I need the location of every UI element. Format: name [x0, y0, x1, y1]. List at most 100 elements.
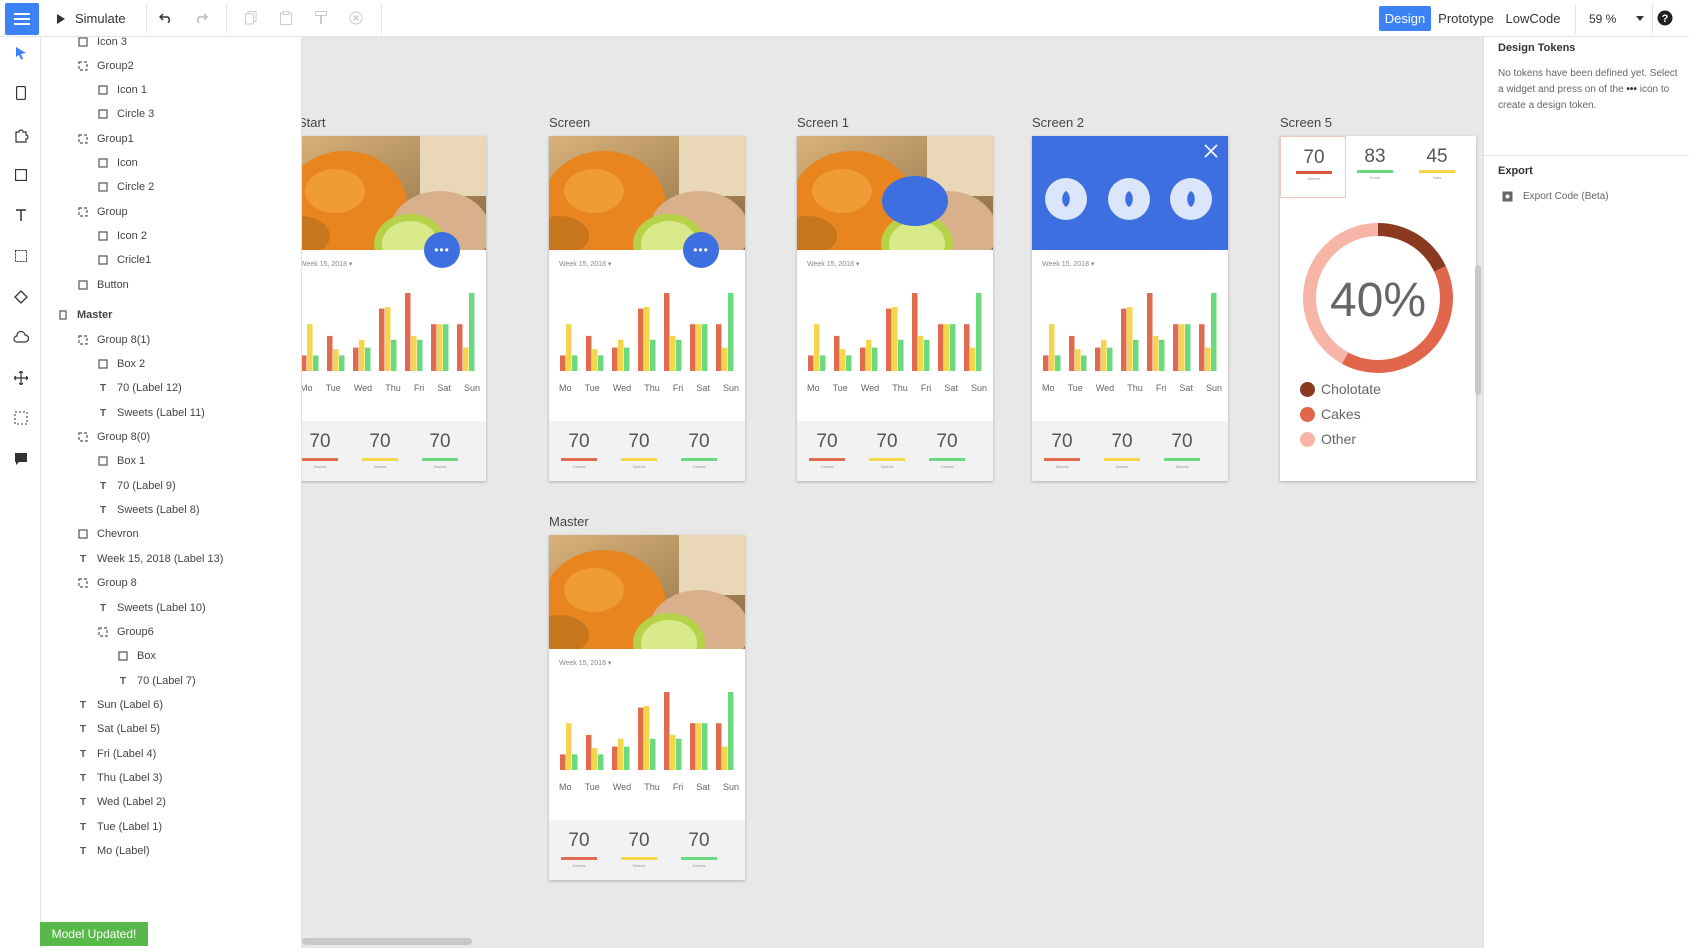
design-canvas[interactable]: Start Screen Screen 1 Screen 2 Screen 5 … — [302, 37, 1483, 948]
layer-item[interactable]: Group6 — [95, 622, 154, 642]
text-icon: T — [99, 504, 107, 516]
tab-prototype[interactable]: Prototype — [1435, 6, 1497, 31]
layer-item[interactable]: T Tue (Label 1) — [75, 817, 162, 837]
layer-item[interactable]: Group — [75, 202, 128, 222]
layer-item[interactable]: T Fri (Label 4) — [75, 744, 156, 764]
cloud-tool[interactable] — [11, 327, 31, 347]
delete-button[interactable] — [347, 9, 365, 27]
screen-artboard[interactable]: ••• Week 15, 2018 ▾ Mo Tue Wed Thu Fri Sat Sun 70… — [549, 136, 745, 481]
format-painter-button[interactable] — [312, 9, 330, 27]
screen-label-screen-5[interactable]: Screen 5 — [1280, 115, 1332, 130]
candy-cane-icon[interactable] — [1045, 178, 1087, 220]
layer-item[interactable]: T Mo (Label) — [75, 841, 150, 861]
corn-icon[interactable] — [1170, 178, 1212, 220]
undo-button[interactable] — [157, 9, 175, 27]
layer-item[interactable]: Icon 2 — [95, 226, 147, 246]
layer-item[interactable]: T Sweets (Label 10) — [95, 598, 206, 618]
chart-bar — [644, 706, 650, 770]
layer-item[interactable]: Chevron — [75, 524, 139, 544]
screen-label-start[interactable]: Start — [302, 115, 325, 130]
layer-item[interactable]: T 70 (Label 12) — [95, 378, 182, 398]
layer-item[interactable]: Button — [75, 275, 129, 295]
chevron-down-icon: ▾ — [607, 660, 612, 667]
layer-item[interactable]: T Sweets (Label 8) — [95, 500, 200, 520]
layer-item[interactable]: Group 8(1) — [75, 330, 150, 350]
screen-artboard[interactable]: ••• Week 15, 2018 ▾ Mo Tue Wed Thu Fri Sat Sun 70… — [302, 136, 486, 481]
move-tool[interactable] — [11, 368, 31, 388]
comment-tool[interactable] — [11, 449, 31, 469]
chart-bar — [1153, 335, 1159, 371]
chart-bar — [437, 324, 443, 371]
week-selector[interactable]: Week 15, 2018 ▾ — [559, 659, 611, 667]
morph-shape[interactable] — [882, 176, 948, 226]
more-button[interactable]: ••• — [424, 232, 460, 268]
layer-item[interactable]: Icon 1 — [95, 80, 147, 100]
layer-item[interactable]: Box 2 — [95, 354, 145, 374]
vertical-scrollbar[interactable] — [1475, 265, 1481, 395]
layer-item[interactable]: Group 8(0) — [75, 427, 150, 447]
layer-item[interactable]: Group 8 — [75, 573, 137, 593]
chili-icon[interactable] — [1108, 178, 1150, 220]
summary-underline — [809, 458, 845, 461]
stat-tab[interactable]: 83 Fruits — [1342, 136, 1408, 198]
layer-item[interactable]: T Sun (Label 6) — [75, 695, 163, 715]
shape-tool[interactable] — [11, 287, 31, 307]
stat-tab[interactable]: 70 Sweets — [1280, 136, 1346, 198]
components-tool[interactable] — [11, 125, 31, 145]
screen-tool[interactable] — [11, 83, 31, 103]
paste-button[interactable] — [277, 9, 295, 27]
screen-label-screen-1[interactable]: Screen 1 — [797, 115, 849, 130]
layer-item[interactable]: Group1 — [75, 129, 134, 149]
layer-item[interactable]: Group2 — [75, 56, 134, 76]
screen-label-screen-2[interactable]: Screen 2 — [1032, 115, 1084, 130]
redo-button[interactable] — [192, 9, 210, 27]
week-selector[interactable]: Week 15, 2018 ▾ — [1042, 260, 1094, 268]
chart-bar — [938, 324, 944, 371]
stat-tab[interactable]: 45 Nuts — [1404, 136, 1470, 198]
tab-design[interactable]: Design — [1379, 6, 1431, 31]
help-button[interactable]: ? — [1656, 9, 1674, 27]
layer-item[interactable]: T Sweets (Label 11) — [95, 403, 205, 423]
summary-value: 70 — [1171, 431, 1193, 452]
layer-item[interactable]: Master — [55, 305, 112, 325]
layer-item[interactable]: T 70 (Label 7) — [115, 671, 196, 691]
week-selector[interactable]: Week 15, 2018 ▾ — [559, 260, 611, 268]
layer-item[interactable]: Icon — [95, 153, 138, 173]
layer-item[interactable]: T Wed (Label 2) — [75, 792, 166, 812]
layer-item[interactable]: T 70 (Label 9) — [95, 476, 176, 496]
hamburger-menu-button[interactable] — [5, 3, 39, 35]
layer-item[interactable]: Circle 2 — [95, 177, 154, 197]
rectangle-tool[interactable] — [11, 165, 31, 185]
export-code-item[interactable]: Export Code (Beta) — [1502, 191, 1609, 202]
close-icon[interactable] — [1204, 144, 1218, 158]
screen-label-screen[interactable]: Screen — [549, 115, 590, 130]
clipboard-icon — [280, 11, 292, 25]
layer-item[interactable]: Box 1 — [95, 451, 145, 471]
zoom-select[interactable]: 59 % — [1589, 0, 1645, 37]
layer-item[interactable]: T Sat (Label 5) — [75, 719, 160, 739]
screen-artboard[interactable]: Week 15, 2018 ▾ Mo Tue Wed Thu Fri Sat Sun 70 Swe… — [549, 535, 745, 880]
week-selector[interactable]: Week 15, 2018 ▾ — [807, 260, 859, 268]
day-label: Mo — [1042, 383, 1055, 393]
simulate-button[interactable]: Simulate — [56, 0, 126, 37]
selection-area-tool[interactable] — [11, 408, 31, 428]
horizontal-scrollbar[interactable] — [302, 938, 472, 945]
screen-artboard[interactable]: Week 15, 2018 ▾ Mo Tue Wed Thu Fri Sat Sun 70 Swe… — [1032, 136, 1228, 481]
layer-item[interactable]: T Week 15, 2018 (Label 13) — [75, 549, 223, 569]
text-tool[interactable] — [11, 205, 31, 225]
layer-item[interactable]: Circle 3 — [95, 104, 154, 124]
layer-item[interactable]: T Thu (Label 3) — [75, 768, 163, 788]
layer-item[interactable]: Cricle1 — [95, 250, 151, 270]
screen-artboard[interactable]: Week 15, 2018 ▾ Mo Tue Wed Thu Fri Sat Sun 70 Swe… — [797, 136, 993, 481]
week-selector[interactable]: Week 15, 2018 ▾ — [302, 260, 352, 268]
copy-button[interactable] — [242, 9, 260, 27]
screen-label-master[interactable]: Master — [549, 514, 589, 529]
more-button[interactable]: ••• — [683, 232, 719, 268]
select-tool[interactable] — [11, 43, 31, 63]
tab-lowcode[interactable]: LowCode — [1500, 6, 1566, 31]
layer-item[interactable]: Box — [115, 646, 156, 666]
layer-item[interactable]: Icon 3 — [75, 37, 127, 52]
image-tool[interactable] — [11, 246, 31, 266]
screen-artboard-screen-5[interactable]: 70 Sweets 83 Fruits 45 Nuts 40% Cholotate Cakes O… — [1280, 136, 1476, 481]
legend-label: Cholotate — [1321, 381, 1381, 397]
